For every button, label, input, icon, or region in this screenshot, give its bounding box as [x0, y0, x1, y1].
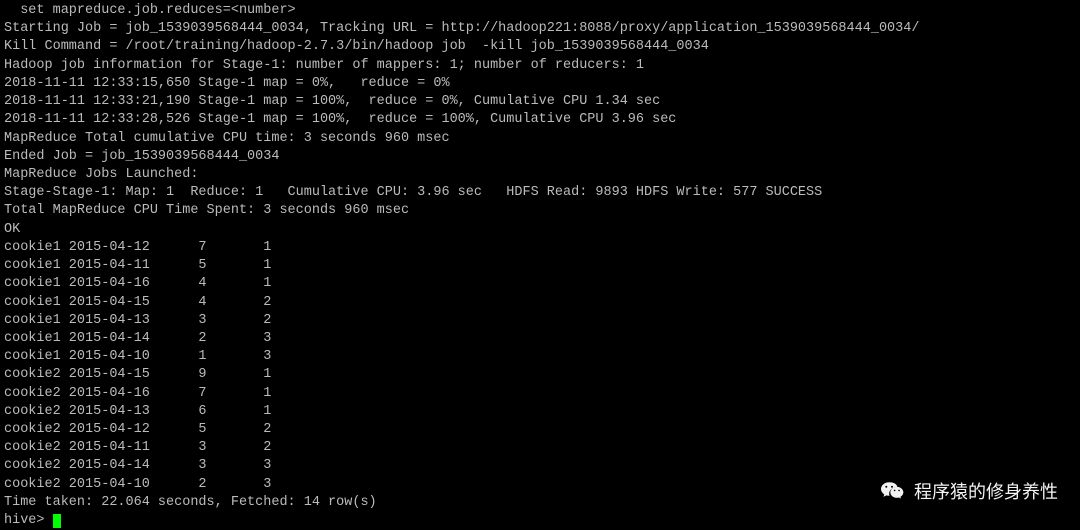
wechat-icon — [880, 479, 906, 505]
log-line: 2018-11-11 12:33:15,650 Stage-1 map = 0%… — [4, 75, 1076, 93]
log-line: Starting Job = job_1539039568444_0034, T… — [4, 20, 1076, 38]
result-row: cookie1 2015-04-16 4 1 — [4, 275, 1076, 293]
log-line: 2018-11-11 12:33:28,526 Stage-1 map = 10… — [4, 111, 1076, 129]
result-row: cookie1 2015-04-14 2 3 — [4, 330, 1076, 348]
result-row: cookie2 2015-04-16 7 1 — [4, 385, 1076, 403]
result-row: cookie1 2015-04-10 1 3 — [4, 348, 1076, 366]
cursor-icon — [53, 514, 61, 528]
result-row: cookie1 2015-04-12 7 1 — [4, 239, 1076, 257]
result-row: cookie2 2015-04-12 5 2 — [4, 421, 1076, 439]
result-row: cookie1 2015-04-15 4 2 — [4, 294, 1076, 312]
log-line: Ended Job = job_1539039568444_0034 — [4, 148, 1076, 166]
watermark: 程序猿的修身养性 — [880, 479, 1058, 505]
hive-prompt-line[interactable]: hive> — [4, 512, 1076, 530]
log-line: Stage-Stage-1: Map: 1 Reduce: 1 Cumulati… — [4, 184, 1076, 202]
result-row: cookie1 2015-04-13 3 2 — [4, 312, 1076, 330]
log-line: 2018-11-11 12:33:21,190 Stage-1 map = 10… — [4, 93, 1076, 111]
log-line: set mapreduce.job.reduces=<number> — [4, 2, 1076, 20]
hive-prompt: hive> — [4, 513, 53, 528]
log-line: Total MapReduce CPU Time Spent: 3 second… — [4, 202, 1076, 220]
watermark-text: 程序猿的修身养性 — [914, 480, 1058, 504]
result-row: cookie2 2015-04-11 3 2 — [4, 439, 1076, 457]
log-line: OK — [4, 221, 1076, 239]
log-line: Kill Command = /root/training/hadoop-2.7… — [4, 38, 1076, 56]
result-row: cookie1 2015-04-11 5 1 — [4, 257, 1076, 275]
result-row: cookie2 2015-04-13 6 1 — [4, 403, 1076, 421]
result-row: cookie2 2015-04-14 3 3 — [4, 457, 1076, 475]
log-line: MapReduce Jobs Launched: — [4, 166, 1076, 184]
log-line: MapReduce Total cumulative CPU time: 3 s… — [4, 130, 1076, 148]
result-row: cookie2 2015-04-15 9 1 — [4, 366, 1076, 384]
log-line: Hadoop job information for Stage-1: numb… — [4, 57, 1076, 75]
